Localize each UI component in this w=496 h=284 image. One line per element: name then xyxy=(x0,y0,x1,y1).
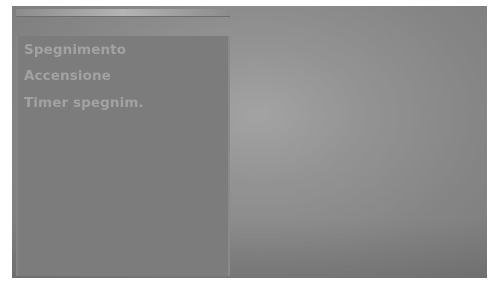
menu-item-accensione[interactable]: Accensione xyxy=(24,68,111,84)
tv-screen: Spegnimento Accensione Timer spegnim. xyxy=(12,6,487,278)
menu-item-timer-spegnimento[interactable]: Timer spegnim. xyxy=(24,95,144,111)
osd-menu-panel: Spegnimento Accensione Timer spegnim. xyxy=(16,36,230,276)
menu-item-spegnimento[interactable]: Spegnimento xyxy=(24,42,126,58)
menu-header-bar xyxy=(16,9,230,17)
